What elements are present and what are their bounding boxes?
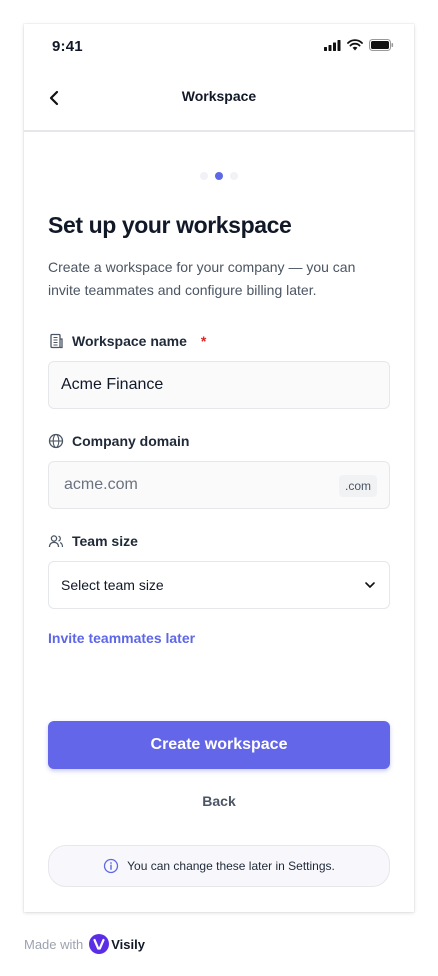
team-size-selected: Select team size [61, 577, 164, 593]
status-time: 9:41 [52, 38, 83, 55]
visily-logo-icon [89, 934, 110, 954]
wifi-icon [347, 39, 363, 51]
info-icon [103, 858, 119, 874]
required-indicator: * [200, 333, 207, 349]
users-icon [48, 535, 64, 548]
building-icon [50, 333, 63, 349]
company-domain-label: Company domain [72, 433, 190, 449]
step-dot-1 [200, 172, 208, 180]
step-dot-2 [215, 172, 223, 180]
nav-title: Workspace [181, 88, 257, 104]
domain-suffix-badge: .com [338, 475, 377, 497]
status-icons [324, 39, 394, 51]
nav-bar: Workspace [24, 68, 414, 132]
company-domain-label-row: Company domain [48, 433, 189, 449]
status-bar: 9:41 [24, 24, 414, 68]
step-indicator [24, 172, 414, 180]
signal-icon [324, 39, 341, 51]
battery-icon [369, 39, 394, 51]
team-size-select[interactable]: Select team size [48, 561, 390, 609]
company-domain-input[interactable]: acme.com .com [48, 461, 390, 509]
create-workspace-button[interactable]: Create workspace [48, 721, 390, 769]
page-title: Set up your workspace [48, 212, 292, 238]
team-size-label-row: Team size [48, 533, 138, 549]
workspace-name-label-row: Workspace name * [48, 333, 206, 349]
notice-text: You can change these later in Settings. [127, 859, 335, 873]
made-with-footer[interactable]: Made with Visily [24, 934, 145, 954]
phone-frame: 9:41 Workspace Set up your workspace Cre… [24, 24, 414, 912]
back-button[interactable]: Back [24, 793, 414, 809]
step-dot-3 [230, 172, 238, 180]
visily-brand: Visily [89, 934, 145, 954]
workspace-name-label: Workspace name [72, 333, 187, 349]
team-size-label: Team size [72, 533, 138, 549]
globe-icon [48, 433, 64, 449]
made-with-text: Made with [24, 936, 84, 952]
company-domain-placeholder: acme.com [64, 476, 138, 493]
chevron-down-icon [365, 582, 375, 588]
workspace-name-input[interactable]: Acme Finance [48, 361, 390, 409]
page-subtitle: Create a workspace for your company — yo… [48, 259, 356, 298]
workspace-name-value: Acme Finance [61, 376, 164, 393]
invite-later-link[interactable]: Invite teammates later [48, 630, 195, 646]
settings-notice: You can change these later in Settings. [48, 845, 390, 887]
visily-brand-text: Visily [111, 936, 145, 952]
